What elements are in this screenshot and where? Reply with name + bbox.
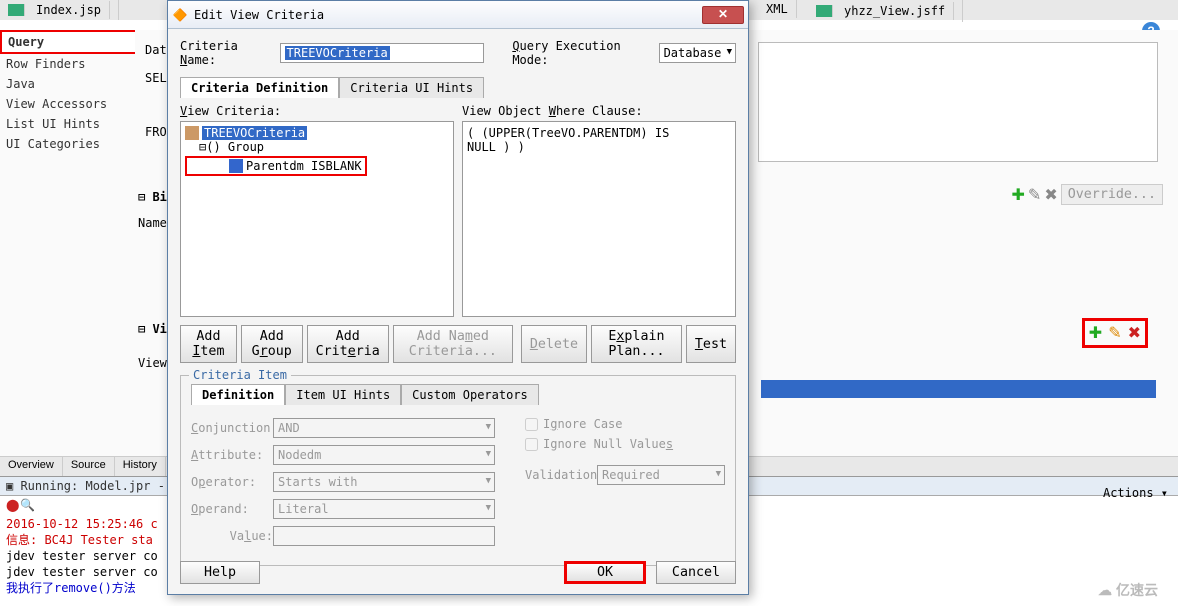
ignore-case-check: Ignore Case	[525, 417, 725, 431]
tab-jsff[interactable]: yhzz_View.jsff	[808, 0, 963, 22]
add-group-button[interactable]: Add Group	[241, 325, 303, 363]
ignore-null-check: Ignore Null Values	[525, 437, 725, 451]
tab-definition[interactable]: Definition	[191, 384, 285, 405]
close-icon[interactable]: ✕	[702, 6, 744, 24]
edit-view-criteria-dialog: 🔶 Edit View Criteria ✕ Criteria Name: TR…	[167, 0, 749, 595]
selected-row-bg[interactable]	[761, 380, 1156, 398]
test-button[interactable]: Test	[686, 325, 736, 363]
value-label: Value:	[191, 529, 273, 543]
validation-label: Validation:	[525, 468, 597, 482]
tab-source[interactable]: Source	[63, 457, 115, 476]
conjunction-label: Conjunction:	[191, 421, 273, 435]
where-clause-box: ( (UPPER(TreeVO.PARENTDM) IS NULL ) )	[462, 121, 736, 317]
tree-group[interactable]: ⊟ () Group	[185, 140, 449, 154]
cloud-icon: ☁	[1098, 582, 1112, 599]
tab-xml[interactable]: XML	[758, 0, 797, 18]
criteria-name-input[interactable]: TREEVOCriteria	[280, 43, 484, 63]
stop-icon[interactable]: ⬤	[6, 498, 20, 512]
add-criteria-button[interactable]: Add Criteria	[307, 325, 389, 363]
criteria-icon	[185, 126, 199, 140]
ignore-case-checkbox	[525, 418, 538, 431]
add-named-criteria-button: Add Named Criteria...	[393, 325, 513, 363]
ok-button[interactable]: OK	[564, 561, 646, 584]
where-line: NULL ) )	[467, 140, 731, 154]
add-item-button[interactable]: Add Item	[180, 325, 237, 363]
criteria-item-legend: Criteria Item	[189, 368, 291, 382]
jsff-icon	[816, 5, 833, 17]
exec-mode-combo[interactable]: Database	[659, 43, 736, 63]
cancel-button[interactable]: Cancel	[656, 561, 736, 584]
criteria-buttons: Add Item Add Group Add Criteria Add Name…	[180, 325, 736, 363]
attribute-combo: Nodedm	[273, 445, 495, 465]
section-vi: ⊟ Vi	[138, 322, 167, 336]
view-criteria-label: View Criteria:	[180, 104, 454, 118]
tree-leaf-highlight: Parentdm ISBLANK	[185, 156, 367, 176]
edit-icon[interactable]: ✎	[1028, 185, 1041, 205]
jsp-icon	[8, 4, 25, 16]
help-button[interactable]: Help	[180, 561, 260, 584]
search-icon[interactable]: 🔍	[20, 498, 35, 512]
operator-label: Operator:	[191, 475, 273, 489]
tab-item-ui-hints[interactable]: Item UI Hints	[285, 384, 401, 405]
criteria-tree[interactable]: TREEVOCriteria ⊟ () Group Parentdm ISBLA…	[180, 121, 454, 317]
dialog-icon: 🔶	[172, 7, 188, 23]
value-input	[273, 526, 495, 546]
add-icon[interactable]: ✚	[1089, 323, 1102, 343]
conjunction-combo: AND	[273, 418, 495, 438]
criteria-name-label: Criteria Name:	[180, 39, 274, 67]
criteria-tabs: Criteria Definition Criteria UI Hints	[180, 77, 736, 98]
operator-combo: Starts with	[273, 472, 495, 492]
right-toolbar-1: ✚ ✎ ✖ Override...	[1012, 184, 1164, 205]
validation-combo: Required	[597, 465, 725, 485]
operand-label: Operand:	[191, 502, 273, 516]
dialog-title-text: Edit View Criteria	[194, 8, 702, 22]
text-area-bg[interactable]	[758, 42, 1158, 162]
attribute-label: Attribute:	[191, 448, 273, 462]
actions-menu[interactable]: Actions ▾	[1103, 486, 1168, 500]
override-button[interactable]: Override...	[1061, 184, 1163, 205]
edit-icon[interactable]: ✎	[1108, 323, 1121, 343]
tree-root[interactable]: TREEVOCriteria	[185, 126, 449, 140]
tab-overview[interactable]: Overview	[0, 457, 63, 476]
where-line: ( (UPPER(TreeVO.PARENTDM) IS	[467, 126, 731, 140]
section-bi: ⊟ Bi	[138, 190, 167, 204]
tab-custom-operators[interactable]: Custom Operators	[401, 384, 539, 405]
tab-criteria-ui-hints[interactable]: Criteria UI Hints	[339, 77, 484, 98]
dialog-titlebar[interactable]: 🔶 Edit View Criteria ✕	[168, 1, 748, 29]
tab-criteria-definition[interactable]: Criteria Definition	[180, 77, 339, 98]
delete-icon[interactable]: ✖	[1128, 323, 1141, 343]
attr-icon	[229, 159, 243, 173]
ignore-null-checkbox	[525, 438, 538, 451]
criteria-item-group: Criteria Item Definition Item UI Hints C…	[180, 375, 736, 566]
tab-index[interactable]: Index.jsp	[0, 0, 119, 20]
watermark: ☁亿速云	[1098, 580, 1158, 600]
delete-button: Delete	[521, 325, 587, 363]
label-name: Name	[138, 216, 167, 230]
where-clause-label: View Object Where Clause:	[462, 104, 736, 118]
label-view: View	[138, 356, 167, 370]
explain-plan-button[interactable]: Explain Plan...	[591, 325, 682, 363]
exec-mode-label: Query Execution Mode:	[512, 39, 652, 67]
operand-combo: Literal	[273, 499, 495, 519]
tree-leaf[interactable]: Parentdm ISBLANK	[229, 159, 362, 173]
delete-icon[interactable]: ✖	[1044, 185, 1057, 205]
tab-history[interactable]: History	[115, 457, 166, 476]
add-icon[interactable]: ✚	[1012, 185, 1025, 205]
right-toolbar-2: ✚ ✎ ✖	[1082, 318, 1148, 348]
